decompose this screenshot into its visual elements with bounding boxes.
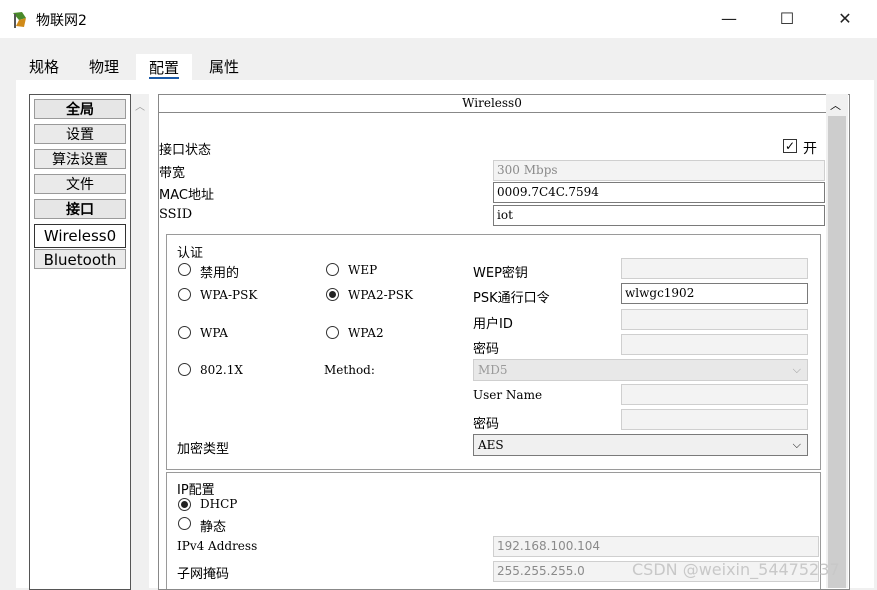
nav-interface[interactable]: 接口 xyxy=(34,199,126,219)
encryption-type-select[interactable]: AES ⌵ xyxy=(473,434,808,456)
wep-key-field xyxy=(621,258,808,279)
mac-address-field[interactable]: 0009.7C4C.7594 xyxy=(493,182,825,203)
radio-wpa2-psk[interactable] xyxy=(326,288,339,301)
user-name-label: User Name xyxy=(473,388,543,402)
radio-wpa-label: WPA xyxy=(200,326,228,340)
radio-wpa-psk[interactable] xyxy=(178,288,191,301)
nav-file[interactable]: 文件 xyxy=(34,174,126,194)
port-on-checkbox[interactable]: ✓ xyxy=(783,139,797,153)
radio-static-label: 静态 xyxy=(200,520,227,535)
scroll-up-icon[interactable]: ︿ xyxy=(830,97,841,113)
port-on-label: 开 xyxy=(803,141,817,157)
radio-8021x[interactable] xyxy=(178,363,191,376)
user-name-field xyxy=(621,384,808,405)
ssid-field[interactable]: iot xyxy=(493,205,825,226)
ipv4-address-field: 192.168.100.104 xyxy=(493,536,819,557)
password2-label: 密码 xyxy=(473,417,500,432)
user-id-label: 用户ID xyxy=(473,317,513,332)
user-id-field xyxy=(621,309,808,330)
ip-config-title: IP配置 xyxy=(177,483,215,498)
tab-physical[interactable]: 物理 xyxy=(77,56,131,78)
scroll-thumb[interactable] xyxy=(828,116,846,588)
ssid-label: SSID xyxy=(159,207,193,222)
method-value: MD5 xyxy=(478,363,508,377)
chevron-down-icon: ⌵ xyxy=(792,363,801,376)
psk-label: PSK通行口令 xyxy=(473,291,550,306)
minimize-button[interactable]: — xyxy=(706,0,752,38)
auth-title: 认证 xyxy=(177,246,204,261)
nav-bluetooth[interactable]: Bluetooth xyxy=(34,249,126,269)
nav-algorithm-settings[interactable]: 算法设置 xyxy=(34,149,126,169)
watermark: CSDN @weixin_54475237 xyxy=(632,560,840,579)
password2-field xyxy=(621,409,808,430)
radio-wpa2-psk-label: WPA2-PSK xyxy=(348,288,413,302)
window-title: 物联网2 xyxy=(36,13,87,29)
radio-8021x-label: 802.1X xyxy=(200,363,243,377)
tab-config[interactable]: 配置 xyxy=(136,54,193,82)
radio-wpa2-label: WPA2 xyxy=(348,326,384,340)
radio-dhcp[interactable] xyxy=(178,498,191,511)
mac-label: MAC地址 xyxy=(159,188,214,203)
radio-static[interactable] xyxy=(178,517,191,530)
method-select: MD5 ⌵ xyxy=(473,359,808,381)
radio-wpa-psk-label: WPA-PSK xyxy=(200,288,258,302)
psk-passphrase-field[interactable]: wlwgc1902 xyxy=(621,283,808,304)
nav-scrollbar[interactable]: ︿ xyxy=(131,94,149,588)
scroll-up-icon[interactable]: ︿ xyxy=(135,98,145,113)
subnet-mask-label: 子网掩码 xyxy=(177,567,230,582)
radio-disabled[interactable] xyxy=(178,263,191,276)
tab-attributes[interactable]: 属性 xyxy=(197,56,251,78)
ipv4-address-label: IPv4 Address xyxy=(177,539,258,553)
panel-header: Wireless0 xyxy=(158,94,826,113)
radio-wpa[interactable] xyxy=(178,326,191,339)
password-label: 密码 xyxy=(473,342,500,357)
radio-wep-label: WEP xyxy=(348,263,378,277)
encryption-value: AES xyxy=(478,438,504,452)
radio-wpa2[interactable] xyxy=(326,326,339,339)
port-status-label: 接口状态 xyxy=(159,143,212,158)
tab-spec[interactable]: 规格 xyxy=(17,56,71,78)
close-button[interactable]: ✕ xyxy=(822,0,868,38)
radio-disabled-label: 禁用的 xyxy=(200,266,240,281)
nav-wireless0[interactable]: Wireless0 xyxy=(34,224,126,248)
maximize-button[interactable]: ☐ xyxy=(764,0,810,38)
tab-config-label: 配置 xyxy=(149,59,180,79)
encryption-type-label: 加密类型 xyxy=(177,442,230,457)
wep-key-label: WEP密钥 xyxy=(473,266,528,281)
bandwidth-label: 带宽 xyxy=(159,166,186,181)
nav-global[interactable]: 全局 xyxy=(34,99,126,119)
method-label: Method: xyxy=(324,363,375,377)
app-icon xyxy=(13,12,26,28)
radio-wep[interactable] xyxy=(326,263,339,276)
chevron-down-icon: ⌵ xyxy=(792,438,801,451)
nav-settings[interactable]: 设置 xyxy=(34,124,126,144)
radio-dhcp-label: DHCP xyxy=(200,497,238,511)
password-field xyxy=(621,334,808,355)
bandwidth-field: 300 Mbps xyxy=(493,160,825,181)
